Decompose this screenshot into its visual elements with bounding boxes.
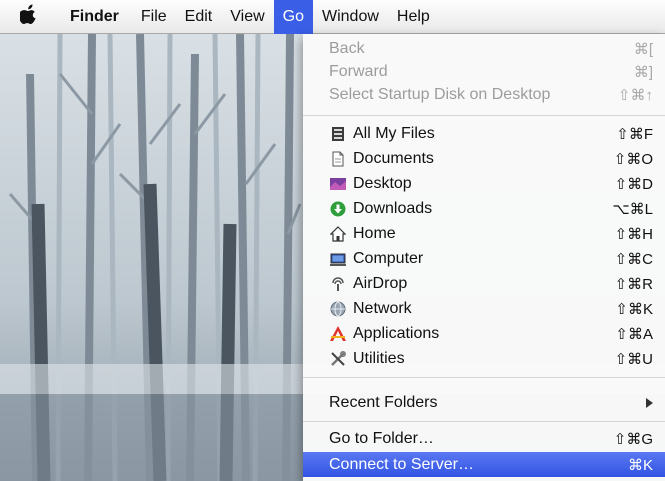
- menu-item-applications[interactable]: Applications ⇧⌘A: [303, 321, 665, 346]
- apple-menu[interactable]: [0, 0, 58, 34]
- submenu-arrow-icon: [646, 397, 653, 408]
- desktop-icon: [329, 175, 347, 193]
- menu-item-shortcut: ⌘[: [633, 40, 653, 58]
- menu-item-shortcut: ⇧⌘D: [614, 175, 653, 193]
- menu-item-shortcut: ⇧⌘F: [616, 125, 653, 143]
- airdrop-icon: [329, 275, 347, 293]
- menu-item-label: Connect to Server…: [329, 455, 474, 473]
- utilities-icon: [329, 350, 347, 368]
- documents-icon: [329, 150, 347, 168]
- menu-item-downloads[interactable]: Downloads ⌥⌘L: [303, 196, 665, 221]
- menu-item-shortcut: ⇧⌘K: [615, 300, 653, 318]
- menu-file[interactable]: File: [132, 0, 176, 34]
- downloads-icon: [329, 200, 347, 218]
- menu-item-label: Recent Folders: [329, 393, 438, 411]
- menu-item-recent-folders[interactable]: Recent Folders: [303, 390, 665, 415]
- computer-icon: [329, 250, 347, 268]
- menu-separator: [303, 421, 665, 422]
- menu-finder[interactable]: Finder: [58, 0, 132, 34]
- menu-item-go-to-folder[interactable]: Go to Folder… ⇧⌘G: [303, 426, 665, 451]
- menu-item-home[interactable]: Home ⇧⌘H: [303, 221, 665, 246]
- go-menu-dropdown: Back ⌘[ Forward ⌘] Select Startup Disk o…: [303, 34, 665, 481]
- menu-window[interactable]: Window: [313, 0, 388, 34]
- menu-item-label: Select Startup Disk on Desktop: [329, 85, 551, 103]
- all-my-files-icon: [329, 125, 347, 143]
- apple-logo-icon: [18, 4, 38, 29]
- menu-item-shortcut: ⇧⌘A: [615, 325, 653, 343]
- menu-item-connect-to-server[interactable]: Connect to Server… ⌘K: [303, 452, 665, 477]
- menu-item-computer[interactable]: Computer ⇧⌘C: [303, 246, 665, 271]
- menu-item-label: Forward: [329, 62, 388, 80]
- menu-help[interactable]: Help: [388, 0, 439, 34]
- menu-item-all-my-files[interactable]: All My Files ⇧⌘F: [303, 121, 665, 146]
- menu-item-shortcut: ⇧⌘H: [614, 225, 653, 243]
- menu-item-select-startup-disk[interactable]: Select Startup Disk on Desktop ⇧⌘↑: [303, 82, 665, 107]
- menu-item-documents[interactable]: Documents ⇧⌘O: [303, 146, 665, 171]
- menu-item-forward[interactable]: Forward ⌘]: [303, 59, 665, 84]
- menu-edit[interactable]: Edit: [176, 0, 222, 34]
- menu-item-shortcut: ⇧⌘G: [613, 430, 653, 448]
- menu-item-shortcut: ⇧⌘O: [613, 150, 653, 168]
- home-icon: [329, 225, 347, 243]
- menu-item-airdrop[interactable]: AirDrop ⇧⌘R: [303, 271, 665, 296]
- menu-item-shortcut: ⇧⌘U: [614, 350, 653, 368]
- desktop-screen: Finder File Edit View Go Window Help Bac…: [0, 0, 665, 481]
- applications-icon: [329, 325, 347, 343]
- menu-item-label: Back: [329, 39, 365, 57]
- menu-item-shortcut: ⌥⌘L: [612, 200, 653, 218]
- menu-item-shortcut: ⇧⌘C: [614, 250, 653, 268]
- menu-item-back[interactable]: Back ⌘[: [303, 36, 665, 61]
- menu-item-shortcut: ⌘]: [633, 63, 653, 81]
- menu-separator: [303, 377, 665, 378]
- menu-separator: [303, 115, 665, 116]
- menu-item-shortcut: ⇧⌘R: [614, 275, 653, 293]
- menu-item-shortcut: ⇧⌘↑: [617, 86, 653, 104]
- menu-item-desktop[interactable]: Desktop ⇧⌘D: [303, 171, 665, 196]
- menu-go[interactable]: Go: [273, 0, 313, 34]
- menu-item-shortcut: ⌘K: [627, 456, 653, 474]
- network-icon: [329, 300, 347, 318]
- menu-item-utilities[interactable]: Utilities ⇧⌘U: [303, 346, 665, 371]
- menu-item-network[interactable]: Network ⇧⌘K: [303, 296, 665, 321]
- menu-view[interactable]: View: [221, 0, 273, 34]
- menu-bar: Finder File Edit View Go Window Help: [0, 0, 665, 34]
